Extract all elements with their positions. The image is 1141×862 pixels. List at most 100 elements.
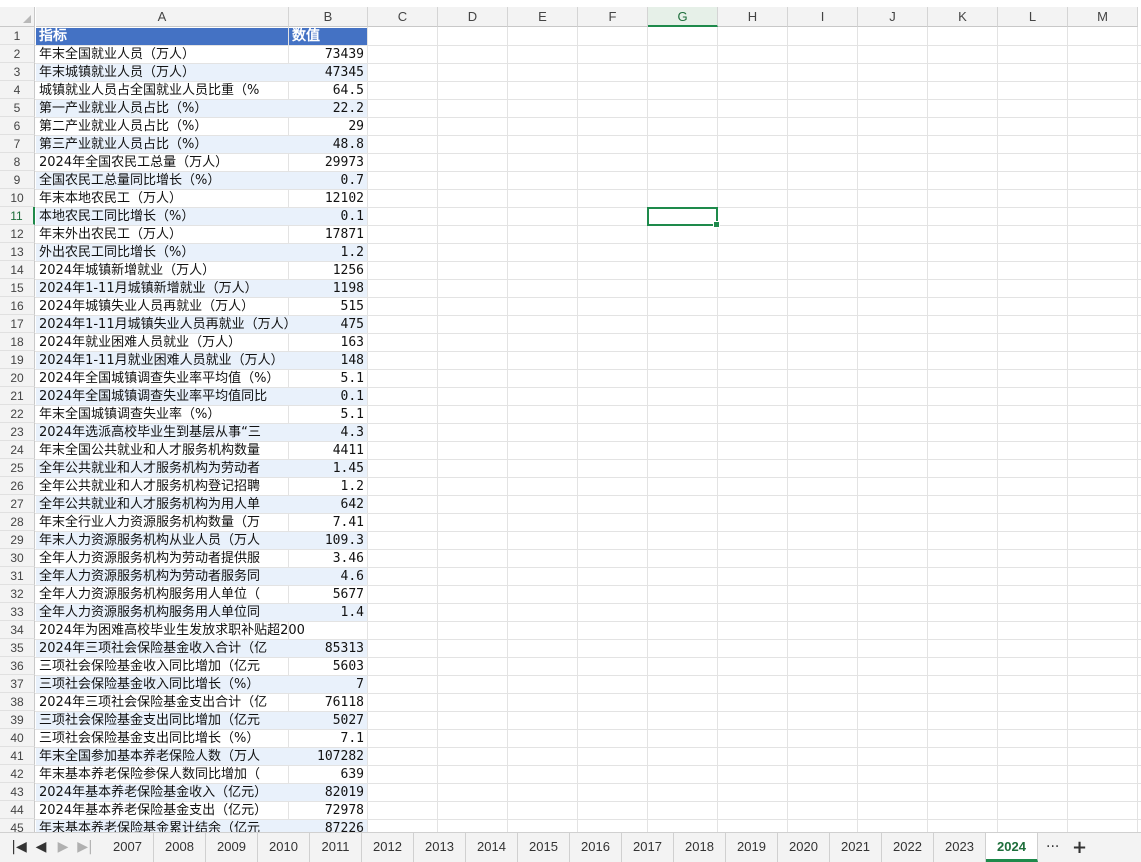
- row-header-21[interactable]: 21: [0, 387, 35, 405]
- cell-indicator[interactable]: 2024年1-11月城镇新增就业（万人）: [36, 280, 288, 297]
- column-header-i[interactable]: I: [788, 7, 858, 27]
- cell-value[interactable]: 163: [289, 334, 367, 351]
- add-sheet-icon[interactable]: +: [1072, 837, 1087, 858]
- cell-indicator[interactable]: 第三产业就业人员占比（%）: [36, 136, 288, 153]
- row-header-31[interactable]: 31: [0, 567, 35, 585]
- cell-indicator[interactable]: 三项社会保险基金支出同比增长（%）: [36, 730, 288, 747]
- row-header-37[interactable]: 37: [0, 675, 35, 693]
- cell-value[interactable]: 4411: [289, 442, 367, 459]
- cell-indicator[interactable]: 全年人力资源服务机构服务用人单位同: [36, 604, 288, 621]
- row-header-33[interactable]: 33: [0, 603, 35, 621]
- cell-indicator[interactable]: 全年人力资源服务机构为劳动者提供服: [36, 550, 288, 567]
- cell-value[interactable]: 85313: [289, 640, 367, 657]
- first-sheet-icon[interactable]: |◀: [10, 839, 28, 855]
- cell-indicator[interactable]: 年末全行业人力资源服务机构数量（万: [36, 514, 288, 531]
- row-header-43[interactable]: 43: [0, 783, 35, 801]
- cell-indicator[interactable]: 2024年三项社会保险基金收入合计（亿: [36, 640, 288, 657]
- sheet-tab-2020[interactable]: 2020: [778, 833, 830, 862]
- sheet-tab-2010[interactable]: 2010: [258, 833, 310, 862]
- cell-value[interactable]: 87226: [289, 820, 367, 832]
- cell-value[interactable]: 0.1: [289, 388, 367, 405]
- cell-indicator[interactable]: 2024年1-11月城镇失业人员再就业（万人）: [36, 316, 288, 333]
- cell-indicator[interactable]: 2024年城镇失业人员再就业（万人）: [36, 298, 288, 315]
- row-header-26[interactable]: 26: [0, 477, 35, 495]
- cell-value[interactable]: 148: [289, 352, 367, 369]
- row-header-12[interactable]: 12: [0, 225, 35, 243]
- row-header-17[interactable]: 17: [0, 315, 35, 333]
- row-header-42[interactable]: 42: [0, 765, 35, 783]
- cell-value[interactable]: 7.1: [289, 730, 367, 747]
- sheet-tab-2012[interactable]: 2012: [362, 833, 414, 862]
- row-header-5[interactable]: 5: [0, 99, 35, 117]
- header-cell-value[interactable]: 数值: [289, 28, 367, 45]
- cell-value[interactable]: 72978: [289, 802, 367, 819]
- cell-value[interactable]: 5027: [289, 712, 367, 729]
- cell-value[interactable]: 17871: [289, 226, 367, 243]
- cell-value[interactable]: 12102: [289, 190, 367, 207]
- row-header-9[interactable]: 9: [0, 171, 35, 189]
- cell-indicator[interactable]: 2024年基本养老保险基金支出（亿元）: [36, 802, 288, 819]
- cell-value[interactable]: 73439: [289, 46, 367, 63]
- sheet-tab-2024[interactable]: 2024: [986, 833, 1038, 862]
- row-header-29[interactable]: 29: [0, 531, 35, 549]
- cell-value[interactable]: 515: [289, 298, 367, 315]
- fill-handle[interactable]: [713, 221, 720, 228]
- row-header-2[interactable]: 2: [0, 45, 35, 63]
- cell-value[interactable]: 7.41: [289, 514, 367, 531]
- cell-indicator[interactable]: 2024年就业困难人员就业（万人）: [36, 334, 288, 351]
- cell-indicator[interactable]: 外出农民工同比增长（%）: [36, 244, 288, 261]
- cell-indicator[interactable]: 2024年选派高校毕业生到基层从事“三: [36, 424, 288, 441]
- cell-value[interactable]: 107282: [289, 748, 367, 765]
- cell-indicator[interactable]: 2024年三项社会保险基金支出合计（亿: [36, 694, 288, 711]
- sheet-tab-2011[interactable]: 2011: [310, 833, 362, 862]
- cell-indicator[interactable]: 年末全国城镇调查失业率（%）: [36, 406, 288, 423]
- row-header-16[interactable]: 16: [0, 297, 35, 315]
- cell-indicator[interactable]: 全年公共就业和人才服务机构为用人单: [36, 496, 288, 513]
- cell-indicator[interactable]: 年末本地农民工（万人）: [36, 190, 288, 207]
- cell-value[interactable]: 82019: [289, 784, 367, 801]
- cell-indicator[interactable]: 全年人力资源服务机构服务用人单位（: [36, 586, 288, 603]
- column-header-k[interactable]: K: [928, 7, 998, 27]
- cell-value[interactable]: 29973: [289, 154, 367, 171]
- column-header-b[interactable]: B: [289, 7, 368, 27]
- cell-value[interactable]: 64.5: [289, 82, 367, 99]
- cell-indicator[interactable]: 年末全国参加基本养老保险人数（万人: [36, 748, 288, 765]
- cell-indicator[interactable]: 年末基本养老保险参保人数同比增加（: [36, 766, 288, 783]
- sheet-tab-2018[interactable]: 2018: [674, 833, 726, 862]
- row-header-30[interactable]: 30: [0, 549, 35, 567]
- cell-indicator[interactable]: 城镇就业人员占全国就业人员比重（%: [36, 82, 288, 99]
- cell-value[interactable]: 1198: [289, 280, 367, 297]
- cell-value[interactable]: 3.46: [289, 550, 367, 567]
- cell-value[interactable]: [289, 622, 367, 639]
- row-header-14[interactable]: 14: [0, 261, 35, 279]
- cell-indicator[interactable]: 2024年城镇新增就业（万人）: [36, 262, 288, 279]
- cell-value[interactable]: 642: [289, 496, 367, 513]
- row-header-8[interactable]: 8: [0, 153, 35, 171]
- column-header-e[interactable]: E: [508, 7, 578, 27]
- cell-value[interactable]: 1.4: [289, 604, 367, 621]
- select-all-corner[interactable]: [0, 7, 35, 27]
- row-header-20[interactable]: 20: [0, 369, 35, 387]
- sheet-tab-2017[interactable]: 2017: [622, 833, 674, 862]
- row-header-28[interactable]: 28: [0, 513, 35, 531]
- cell-indicator[interactable]: 第二产业就业人员占比（%）: [36, 118, 288, 135]
- sheet-tab-2014[interactable]: 2014: [466, 833, 518, 862]
- cell-value[interactable]: 639: [289, 766, 367, 783]
- cell-indicator[interactable]: 年末基本养老保险基金累计结余（亿元: [36, 820, 288, 832]
- cell-value[interactable]: 22.2: [289, 100, 367, 117]
- cell-indicator[interactable]: 全年公共就业和人才服务机构为劳动者: [36, 460, 288, 477]
- sheet-tab-2013[interactable]: 2013: [414, 833, 466, 862]
- cell-value[interactable]: 0.7: [289, 172, 367, 189]
- cell-value[interactable]: 1.2: [289, 244, 367, 261]
- spreadsheet-grid[interactable]: ABCDEFGHIJKLM 1 2 3 4 5 6 7 8 9 10 11 12 13 14 15 16 17 1…: [0, 0, 1141, 832]
- row-header-4[interactable]: 4: [0, 81, 35, 99]
- sheet-tab-2021[interactable]: 2021: [830, 833, 882, 862]
- cell-indicator[interactable]: 2024年全国城镇调查失业率平均值（%）: [36, 370, 288, 387]
- cell-value[interactable]: 475: [289, 316, 367, 333]
- column-header-l[interactable]: L: [998, 7, 1068, 27]
- row-header-27[interactable]: 27: [0, 495, 35, 513]
- row-header-25[interactable]: 25: [0, 459, 35, 477]
- cell-value[interactable]: 109.3: [289, 532, 367, 549]
- cell-value[interactable]: 7: [289, 676, 367, 693]
- cell-value[interactable]: 5677: [289, 586, 367, 603]
